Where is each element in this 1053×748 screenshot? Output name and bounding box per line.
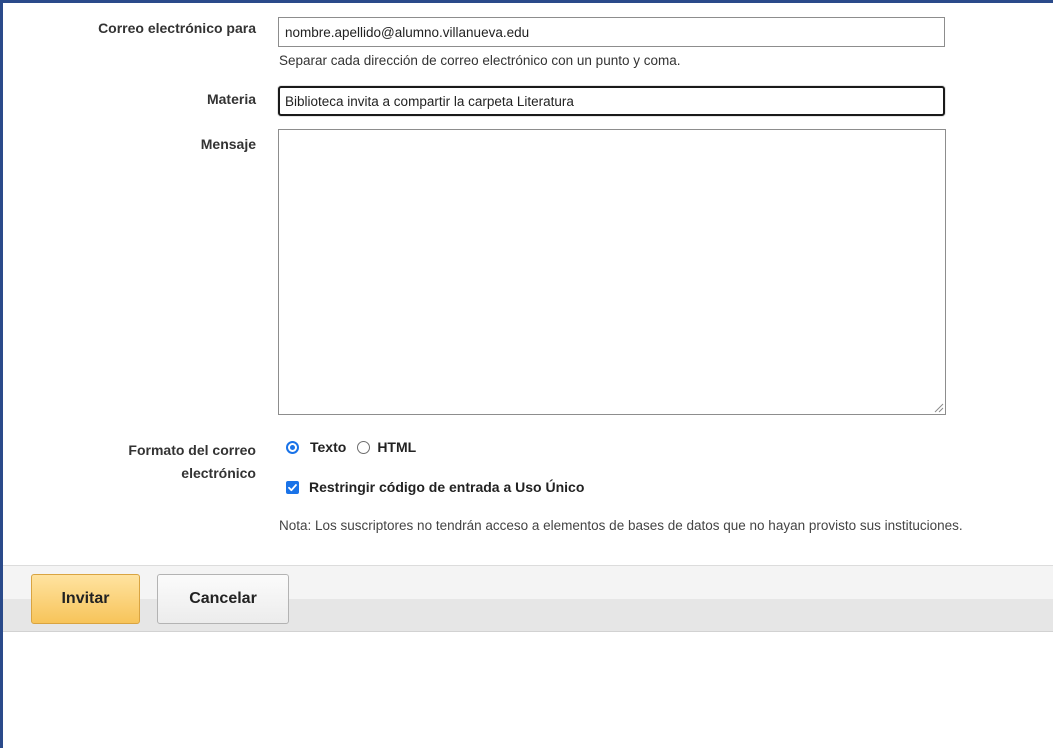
email-to-label: Correo electrónico para: [98, 20, 256, 36]
cancel-button[interactable]: Cancelar: [157, 574, 289, 624]
resize-grip-icon[interactable]: [932, 401, 944, 413]
radio-html[interactable]: [357, 440, 371, 454]
subject-input[interactable]: [278, 86, 945, 116]
subscriber-note: Nota: Los suscriptores no tendrán acceso…: [279, 518, 963, 533]
checkmark-icon: [288, 483, 297, 491]
subject-label: Materia: [206, 91, 256, 107]
restrict-code-row: Restringir código de entrada a Uso Único: [286, 477, 584, 497]
radio-texto[interactable]: [286, 440, 299, 454]
email-to-input[interactable]: [278, 17, 945, 47]
email-format-label-line1: Formato del correo: [128, 442, 256, 458]
message-textarea[interactable]: [278, 129, 946, 415]
radio-html-label[interactable]: HTML: [377, 439, 416, 455]
restrict-code-label[interactable]: Restringir código de entrada a Uso Único: [309, 479, 584, 495]
email-format-label-line2: electrónico: [181, 465, 256, 481]
radio-texto-label[interactable]: Texto: [310, 439, 346, 455]
email-format-label: Formato del correo electrónico: [128, 439, 256, 485]
message-label: Mensaje: [200, 136, 256, 152]
email-format-radio-group: Texto HTML: [286, 437, 416, 457]
invite-button[interactable]: Invitar: [31, 574, 140, 624]
email-to-hint: Separar cada dirección de correo electró…: [279, 53, 681, 68]
restrict-code-checkbox[interactable]: [286, 480, 299, 494]
